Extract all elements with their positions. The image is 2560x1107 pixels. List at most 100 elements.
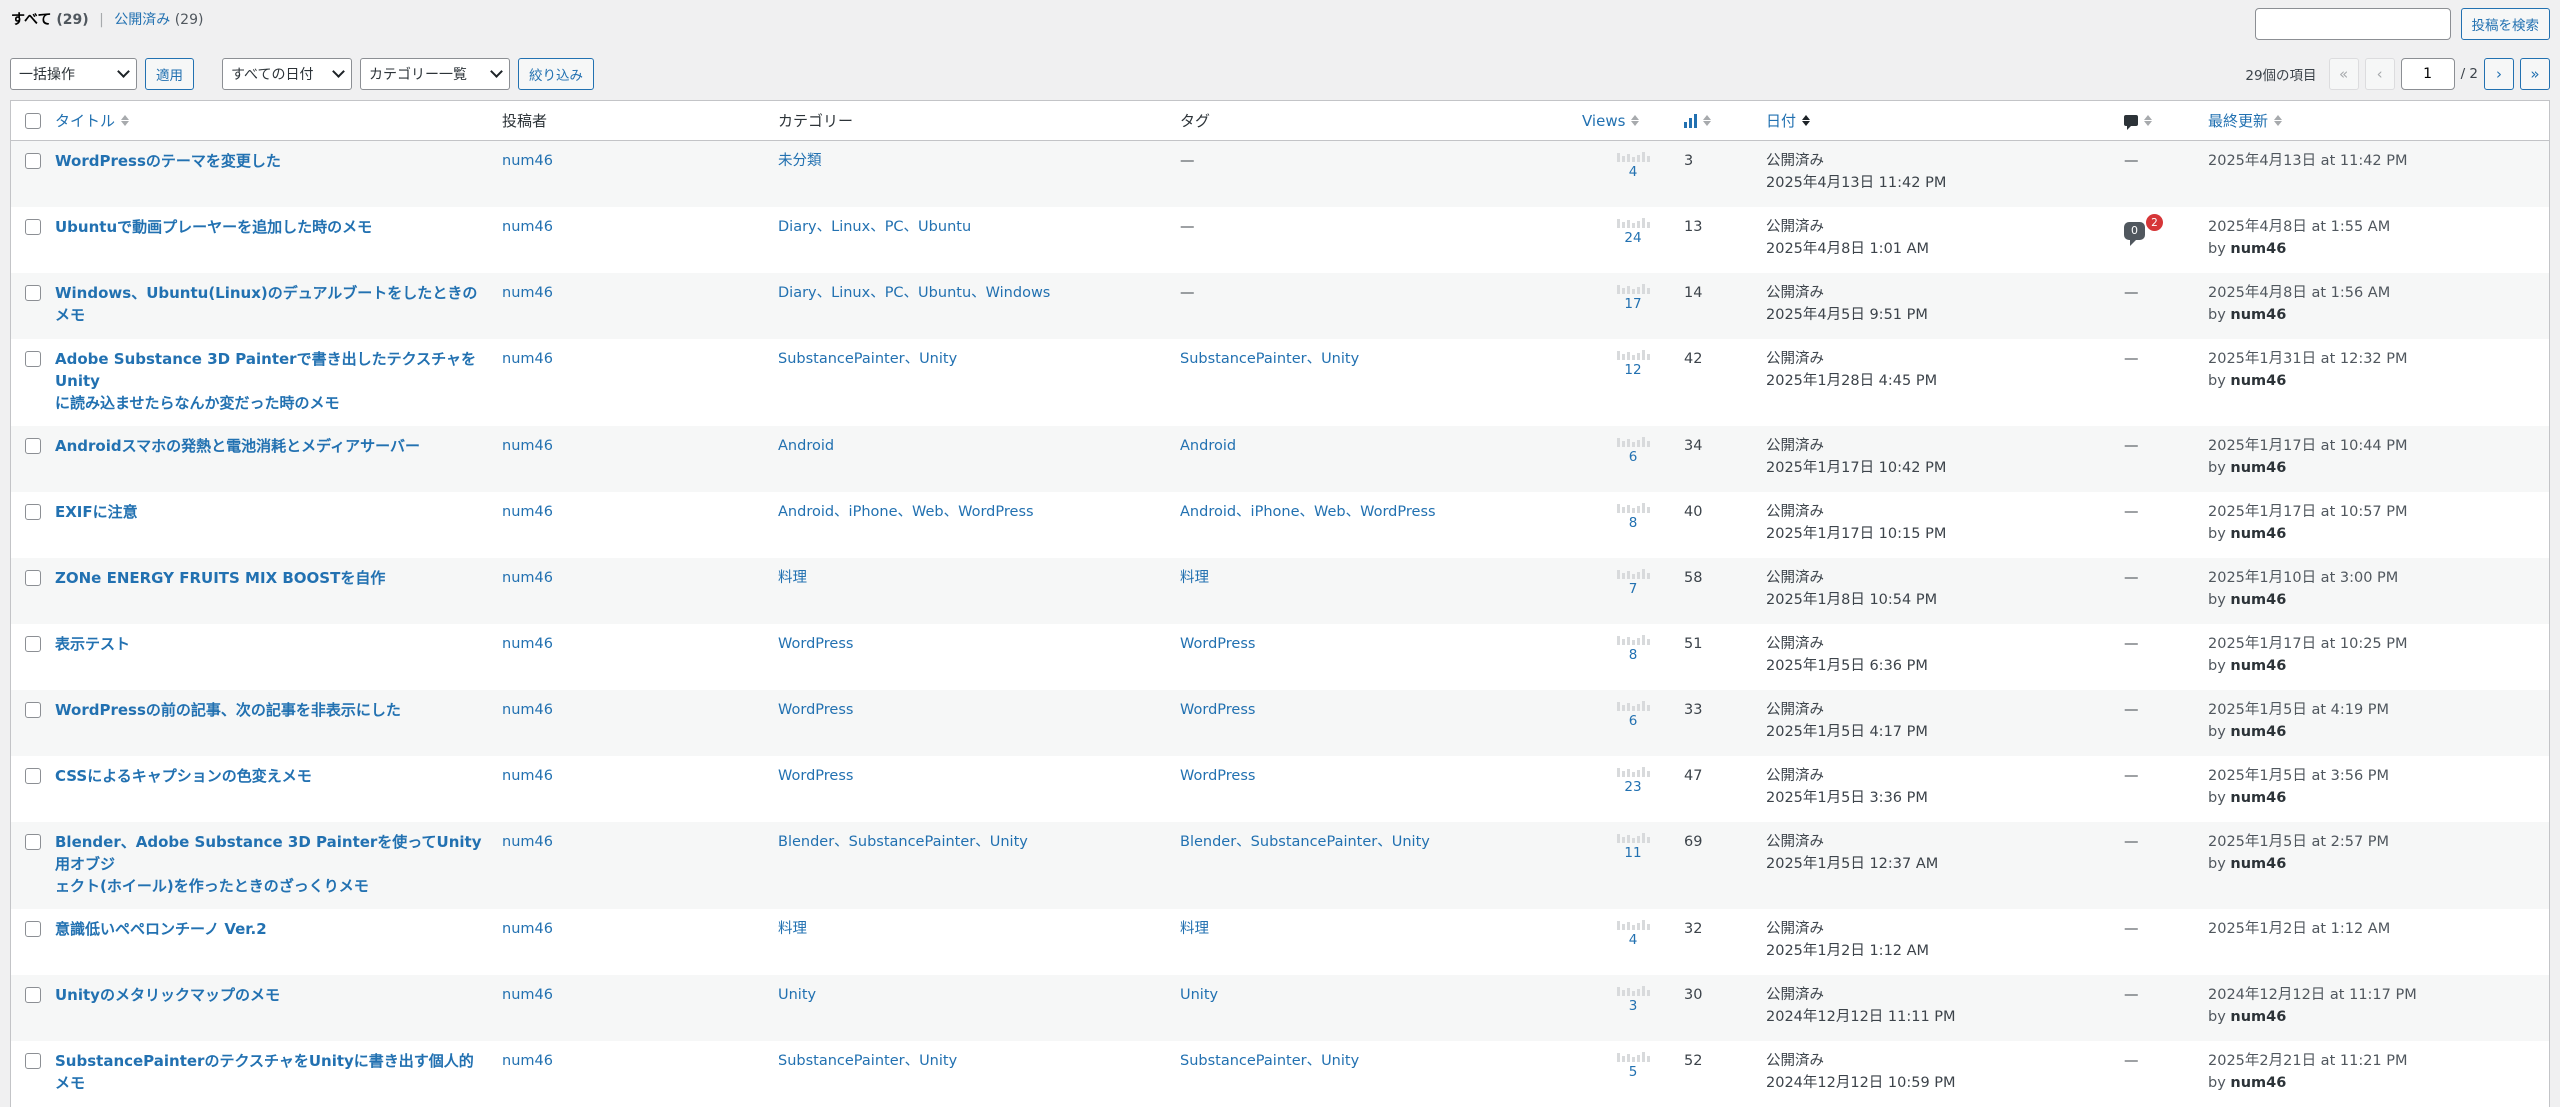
post-categories[interactable]: WordPress (778, 756, 1180, 822)
column-title[interactable]: タイトル (55, 101, 502, 140)
column-date[interactable]: 日付 (1766, 101, 2124, 140)
comment-count-bubble[interactable]: 02 (2124, 214, 2163, 246)
post-categories[interactable]: Unity (778, 975, 1180, 1041)
row-checkbox[interactable] (25, 987, 41, 1003)
post-author[interactable]: num46 (502, 492, 778, 558)
row-checkbox[interactable] (25, 702, 41, 718)
post-tags[interactable]: WordPress (1180, 690, 1582, 756)
post-tags[interactable]: Blender、SubstancePainter、Unity (1180, 822, 1582, 909)
post-views[interactable]: 8 (1582, 492, 1684, 558)
post-title[interactable]: WordPressのテーマを変更した (55, 141, 502, 207)
post-views[interactable]: 6 (1582, 690, 1684, 756)
views-count[interactable]: 6 (1629, 712, 1638, 730)
post-tags[interactable]: 料理 (1180, 558, 1582, 624)
row-checkbox[interactable] (25, 921, 41, 937)
post-title-line[interactable]: Blender、Adobe Substance 3D Painterを使ってUn… (55, 831, 484, 875)
post-title[interactable]: EXIFに注意 (55, 492, 502, 558)
post-author[interactable]: num46 (502, 426, 778, 492)
filter-all[interactable]: すべて (29) (11, 12, 89, 28)
row-checkbox[interactable] (25, 438, 41, 454)
column-comments[interactable] (2124, 101, 2208, 140)
post-views[interactable]: 4 (1582, 141, 1684, 207)
post-title-line[interactable]: 表示テスト (55, 633, 484, 655)
column-modified[interactable]: 最終更新 (2208, 101, 2548, 140)
post-views[interactable]: 3 (1582, 975, 1684, 1041)
row-checkbox[interactable] (25, 351, 41, 367)
post-categories[interactable]: Blender、SubstancePainter、Unity (778, 822, 1180, 909)
post-categories[interactable]: 未分類 (778, 141, 1180, 207)
post-views[interactable]: 4 (1582, 909, 1684, 975)
post-author[interactable]: num46 (502, 558, 778, 624)
pending-comment-badge[interactable]: 2 (2146, 214, 2163, 231)
post-title-line[interactable]: に読み込ませたらなんか変だった時のメモ (55, 392, 484, 414)
search-posts-button[interactable]: 投稿を検索 (2460, 8, 2550, 40)
post-tags[interactable]: SubstancePainter、Unity (1180, 339, 1582, 426)
post-title[interactable]: Unityのメタリックマップのメモ (55, 975, 502, 1041)
post-title-line[interactable]: Androidスマホの発熱と電池消耗とメディアサーバー (55, 435, 484, 457)
post-tags[interactable]: Android、iPhone、Web、WordPress (1180, 492, 1582, 558)
post-author[interactable]: num46 (502, 141, 778, 207)
post-categories[interactable]: Diary、Linux、PC、Ubuntu、Windows (778, 273, 1180, 339)
select-all-checkbox[interactable] (25, 112, 41, 129)
post-tags[interactable]: Unity (1180, 975, 1582, 1041)
views-count[interactable]: 4 (1629, 163, 1638, 181)
post-categories[interactable]: SubstancePainter、Unity (778, 1041, 1180, 1107)
row-checkbox[interactable] (25, 834, 41, 850)
post-categories[interactable]: SubstancePainter、Unity (778, 339, 1180, 426)
bulk-action-select[interactable]: 一括操作 (10, 58, 137, 90)
post-categories[interactable]: WordPress (778, 624, 1180, 690)
views-count[interactable]: 24 (1624, 229, 1641, 247)
views-count[interactable]: 3 (1629, 997, 1638, 1015)
views-count[interactable]: 12 (1624, 361, 1641, 379)
post-categories[interactable]: Android (778, 426, 1180, 492)
views-count[interactable]: 11 (1624, 844, 1641, 862)
post-tags[interactable]: Android (1180, 426, 1582, 492)
row-checkbox[interactable] (25, 504, 41, 520)
row-checkbox[interactable] (25, 636, 41, 652)
next-page-button[interactable]: › (2484, 58, 2514, 90)
post-title-line[interactable]: Windows、Ubuntu(Linux)のデュアルブートをしたときのメモ (55, 282, 484, 326)
post-categories[interactable]: WordPress (778, 690, 1180, 756)
views-count[interactable]: 8 (1629, 514, 1638, 532)
views-count[interactable]: 6 (1629, 448, 1638, 466)
post-author[interactable]: num46 (502, 822, 778, 909)
post-title[interactable]: Androidスマホの発熱と電池消耗とメディアサーバー (55, 426, 502, 492)
post-views[interactable]: 8 (1582, 624, 1684, 690)
post-title-line[interactable]: Unityのメタリックマップのメモ (55, 984, 484, 1006)
post-title[interactable]: SubstancePainterのテクスチャをUnityに書き出す個人的メモ (55, 1041, 502, 1107)
search-input[interactable] (2254, 8, 2451, 40)
post-views[interactable]: 5 (1582, 1041, 1684, 1107)
post-tags[interactable]: WordPress (1180, 624, 1582, 690)
post-tags[interactable]: SubstancePainter、Unity (1180, 1041, 1582, 1107)
post-title[interactable]: ZONe ENERGY FRUITS MIX BOOSTを自作 (55, 558, 502, 624)
post-author[interactable]: num46 (502, 339, 778, 426)
row-checkbox[interactable] (25, 153, 41, 169)
column-views[interactable]: Views (1582, 101, 1684, 140)
post-title-line[interactable]: WordPressのテーマを変更した (55, 150, 484, 172)
category-filter-select[interactable]: カテゴリー一覧 (360, 58, 510, 90)
post-author[interactable]: num46 (502, 1041, 778, 1107)
post-title-line[interactable]: EXIFに注意 (55, 501, 484, 523)
post-title[interactable]: 意識低いペペロンチーノ Ver.2 (55, 909, 502, 975)
post-title[interactable]: Ubuntuで動画プレーヤーを追加した時のメモ (55, 207, 502, 273)
row-checkbox[interactable] (25, 1053, 41, 1069)
post-views[interactable]: 11 (1582, 822, 1684, 909)
post-tags[interactable]: WordPress (1180, 756, 1582, 822)
post-author[interactable]: num46 (502, 756, 778, 822)
row-checkbox[interactable] (25, 219, 41, 235)
post-title[interactable]: WordPressの前の記事、次の記事を非表示にした (55, 690, 502, 756)
column-stats[interactable] (1684, 101, 1766, 140)
row-checkbox[interactable] (25, 570, 41, 586)
post-title[interactable]: 表示テスト (55, 624, 502, 690)
post-author[interactable]: num46 (502, 624, 778, 690)
post-tags[interactable]: 料理 (1180, 909, 1582, 975)
filter-button[interactable]: 絞り込み (518, 58, 594, 90)
post-views[interactable]: 12 (1582, 339, 1684, 426)
post-views[interactable]: 23 (1582, 756, 1684, 822)
views-count[interactable]: 4 (1629, 931, 1638, 949)
post-title[interactable]: Adobe Substance 3D Painterで書き出したテクスチャをUn… (55, 339, 502, 426)
post-author[interactable]: num46 (502, 207, 778, 273)
last-page-button[interactable]: » (2520, 58, 2550, 90)
post-categories[interactable]: 料理 (778, 909, 1180, 975)
post-title-line[interactable]: Ubuntuで動画プレーヤーを追加した時のメモ (55, 216, 484, 238)
